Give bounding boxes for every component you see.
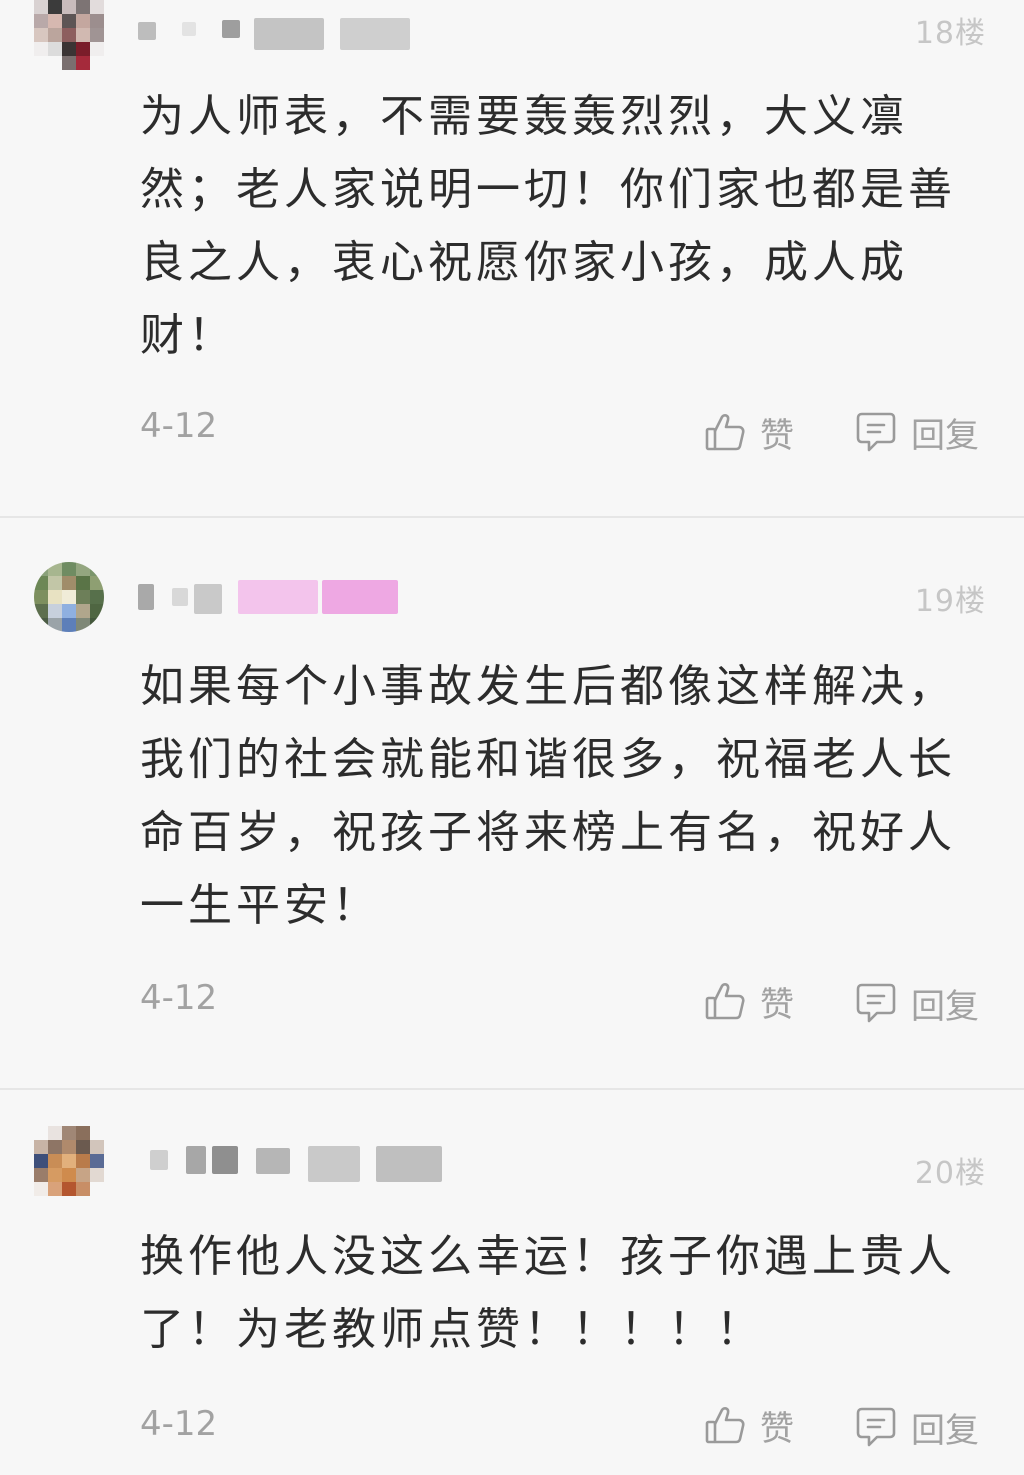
like-button[interactable]: 赞 [704, 1402, 794, 1449]
floor-number: 18楼 [914, 16, 986, 51]
floor-number: 20楼 [914, 1156, 986, 1191]
reply-button[interactable]: 回复 [855, 980, 979, 1027]
thumbs-up-icon [704, 411, 746, 453]
reply-label: 回复 [911, 986, 979, 1027]
comment-item: 18楼 为人师表，不需要轰轰烈烈，大义凛然；老人家说明一切！你们家也都是善良之人… [0, 0, 1024, 518]
reply-button[interactable]: 回复 [855, 409, 979, 456]
thumbs-up-icon [704, 980, 746, 1022]
speech-bubble-icon [855, 981, 897, 1025]
avatar[interactable] [34, 562, 104, 632]
comment-item: 20楼 换作他人没这么幸运！孩子你遇上贵人了！为老教师点赞！！！！！ 4-12 … [0, 1090, 1024, 1475]
avatar[interactable] [34, 1126, 104, 1196]
avatar[interactable] [34, 0, 104, 70]
username-blurred[interactable] [136, 578, 416, 618]
comment-date: 4-12 [140, 1404, 218, 1444]
comment-item: 19楼 如果每个小事故发生后都像这样解决，我们的社会就能和谐很多，祝福老人长命百… [0, 518, 1024, 1088]
comment-date: 4-12 [140, 978, 218, 1018]
speech-bubble-icon [855, 410, 897, 454]
reply-label: 回复 [911, 415, 979, 456]
username-blurred[interactable] [136, 12, 416, 52]
username-blurred[interactable] [136, 1140, 466, 1182]
comment-text: 为人师表，不需要轰轰烈烈，大义凛然；老人家说明一切！你们家也都是善良之人，衷心祝… [140, 91, 956, 361]
speech-bubble-icon [855, 1405, 897, 1449]
reply-button[interactable]: 回复 [855, 1404, 979, 1451]
comment-text: 换作他人没这么幸运！孩子你遇上贵人了！为老教师点赞！！！！！ [140, 1231, 956, 1355]
thumbs-up-icon [704, 1404, 746, 1446]
like-label: 赞 [760, 984, 794, 1025]
like-button[interactable]: 赞 [704, 409, 794, 456]
reply-label: 回复 [911, 1410, 979, 1451]
like-button[interactable]: 赞 [704, 978, 794, 1025]
floor-number: 19楼 [914, 584, 986, 619]
like-label: 赞 [760, 1408, 794, 1449]
comment-text: 如果每个小事故发生后都像这样解决，我们的社会就能和谐很多，祝福老人长命百岁，祝孩… [140, 661, 956, 931]
like-label: 赞 [760, 415, 794, 456]
comment-date: 4-12 [140, 406, 218, 446]
